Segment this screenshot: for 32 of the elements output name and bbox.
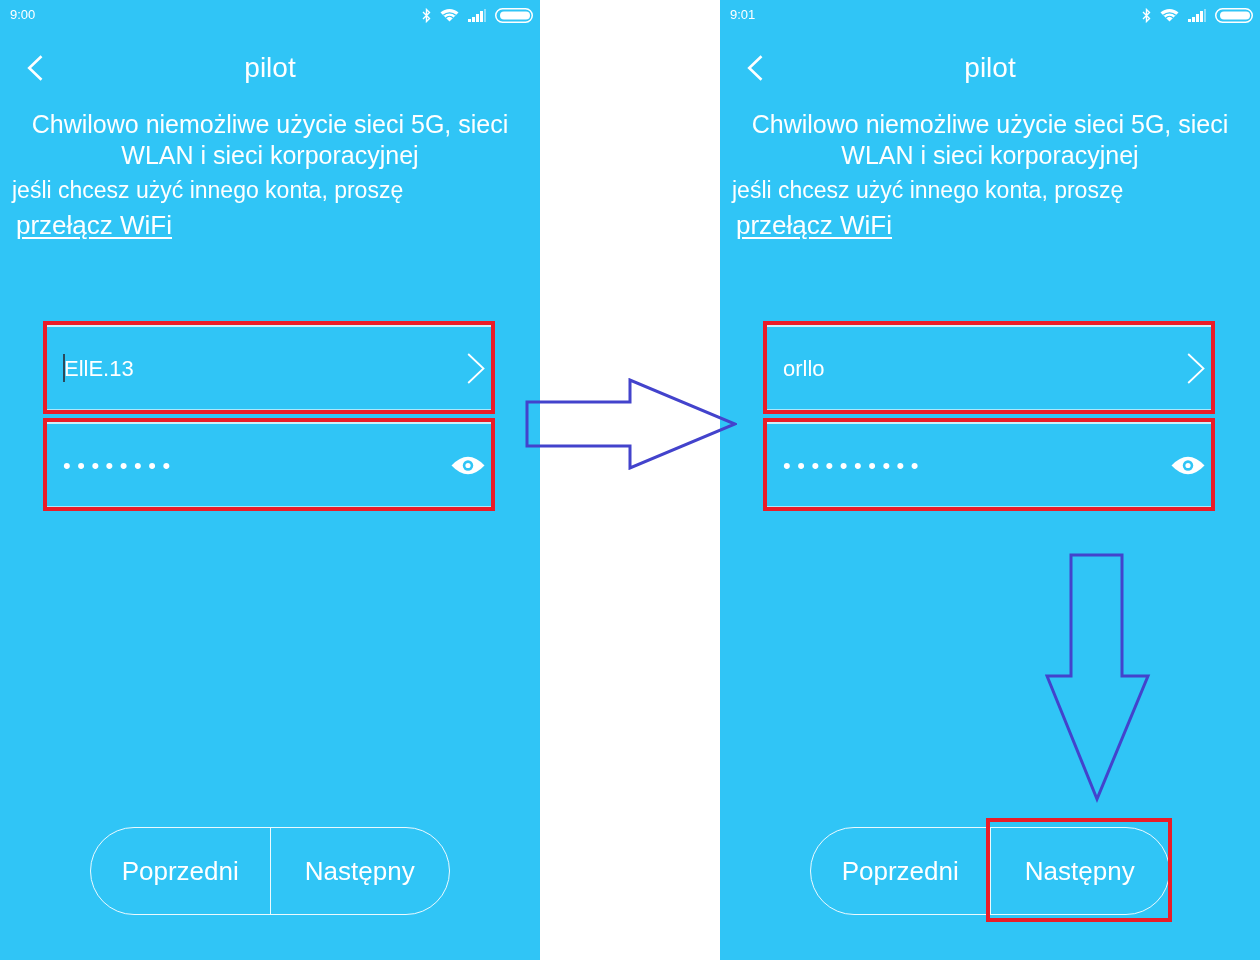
network-field[interactable]: orllo (767, 325, 1211, 410)
chevron-right-icon (467, 352, 485, 384)
switch-wifi-link[interactable]: przełącz WiFi (16, 210, 172, 240)
previous-button[interactable]: Poprzedni (811, 828, 991, 914)
battery-icon (1215, 7, 1253, 23)
password-field[interactable]: •••••••••• (767, 422, 1211, 507)
switch-wifi-link[interactable]: przełącz WiFi (736, 210, 892, 240)
back-icon[interactable] (27, 55, 43, 81)
password-field[interactable]: •••••••• (47, 422, 491, 507)
network-field[interactable]: EllE.13 (47, 325, 491, 410)
eye-icon[interactable] (451, 454, 485, 476)
next-button[interactable]: Następny (270, 828, 449, 914)
bluetooth-icon (1142, 7, 1151, 23)
status-time: 9:01 (730, 6, 756, 25)
status-time: 9:00 (10, 6, 36, 25)
wifi-icon (440, 8, 459, 22)
eye-icon[interactable] (1171, 454, 1205, 476)
wifi-icon (1160, 8, 1179, 22)
notice-text: Chwilowo niemożliwe użycie sieci 5G, sieci WLAN i sieci korporacyjnej (750, 109, 1230, 171)
screen-title: pilot (964, 51, 1016, 85)
previous-button[interactable]: Poprzedni (91, 828, 271, 914)
hint-text: jeśli chcesz użyć innego konta, proszę (10, 176, 405, 204)
screen-title: pilot (244, 51, 296, 85)
bluetooth-icon (422, 7, 431, 23)
signal-icon (468, 8, 486, 22)
chevron-right-icon (1187, 352, 1205, 384)
next-button[interactable]: Następny (990, 828, 1169, 914)
back-icon[interactable] (747, 55, 763, 81)
notice-text: Chwilowo niemożliwe użycie sieci 5G, sieci WLAN i sieci korporacyjnej (30, 109, 510, 171)
signal-icon (1188, 8, 1206, 22)
battery-icon (495, 7, 533, 23)
hint-text: jeśli chcesz użyć innego konta, proszę (730, 176, 1125, 204)
